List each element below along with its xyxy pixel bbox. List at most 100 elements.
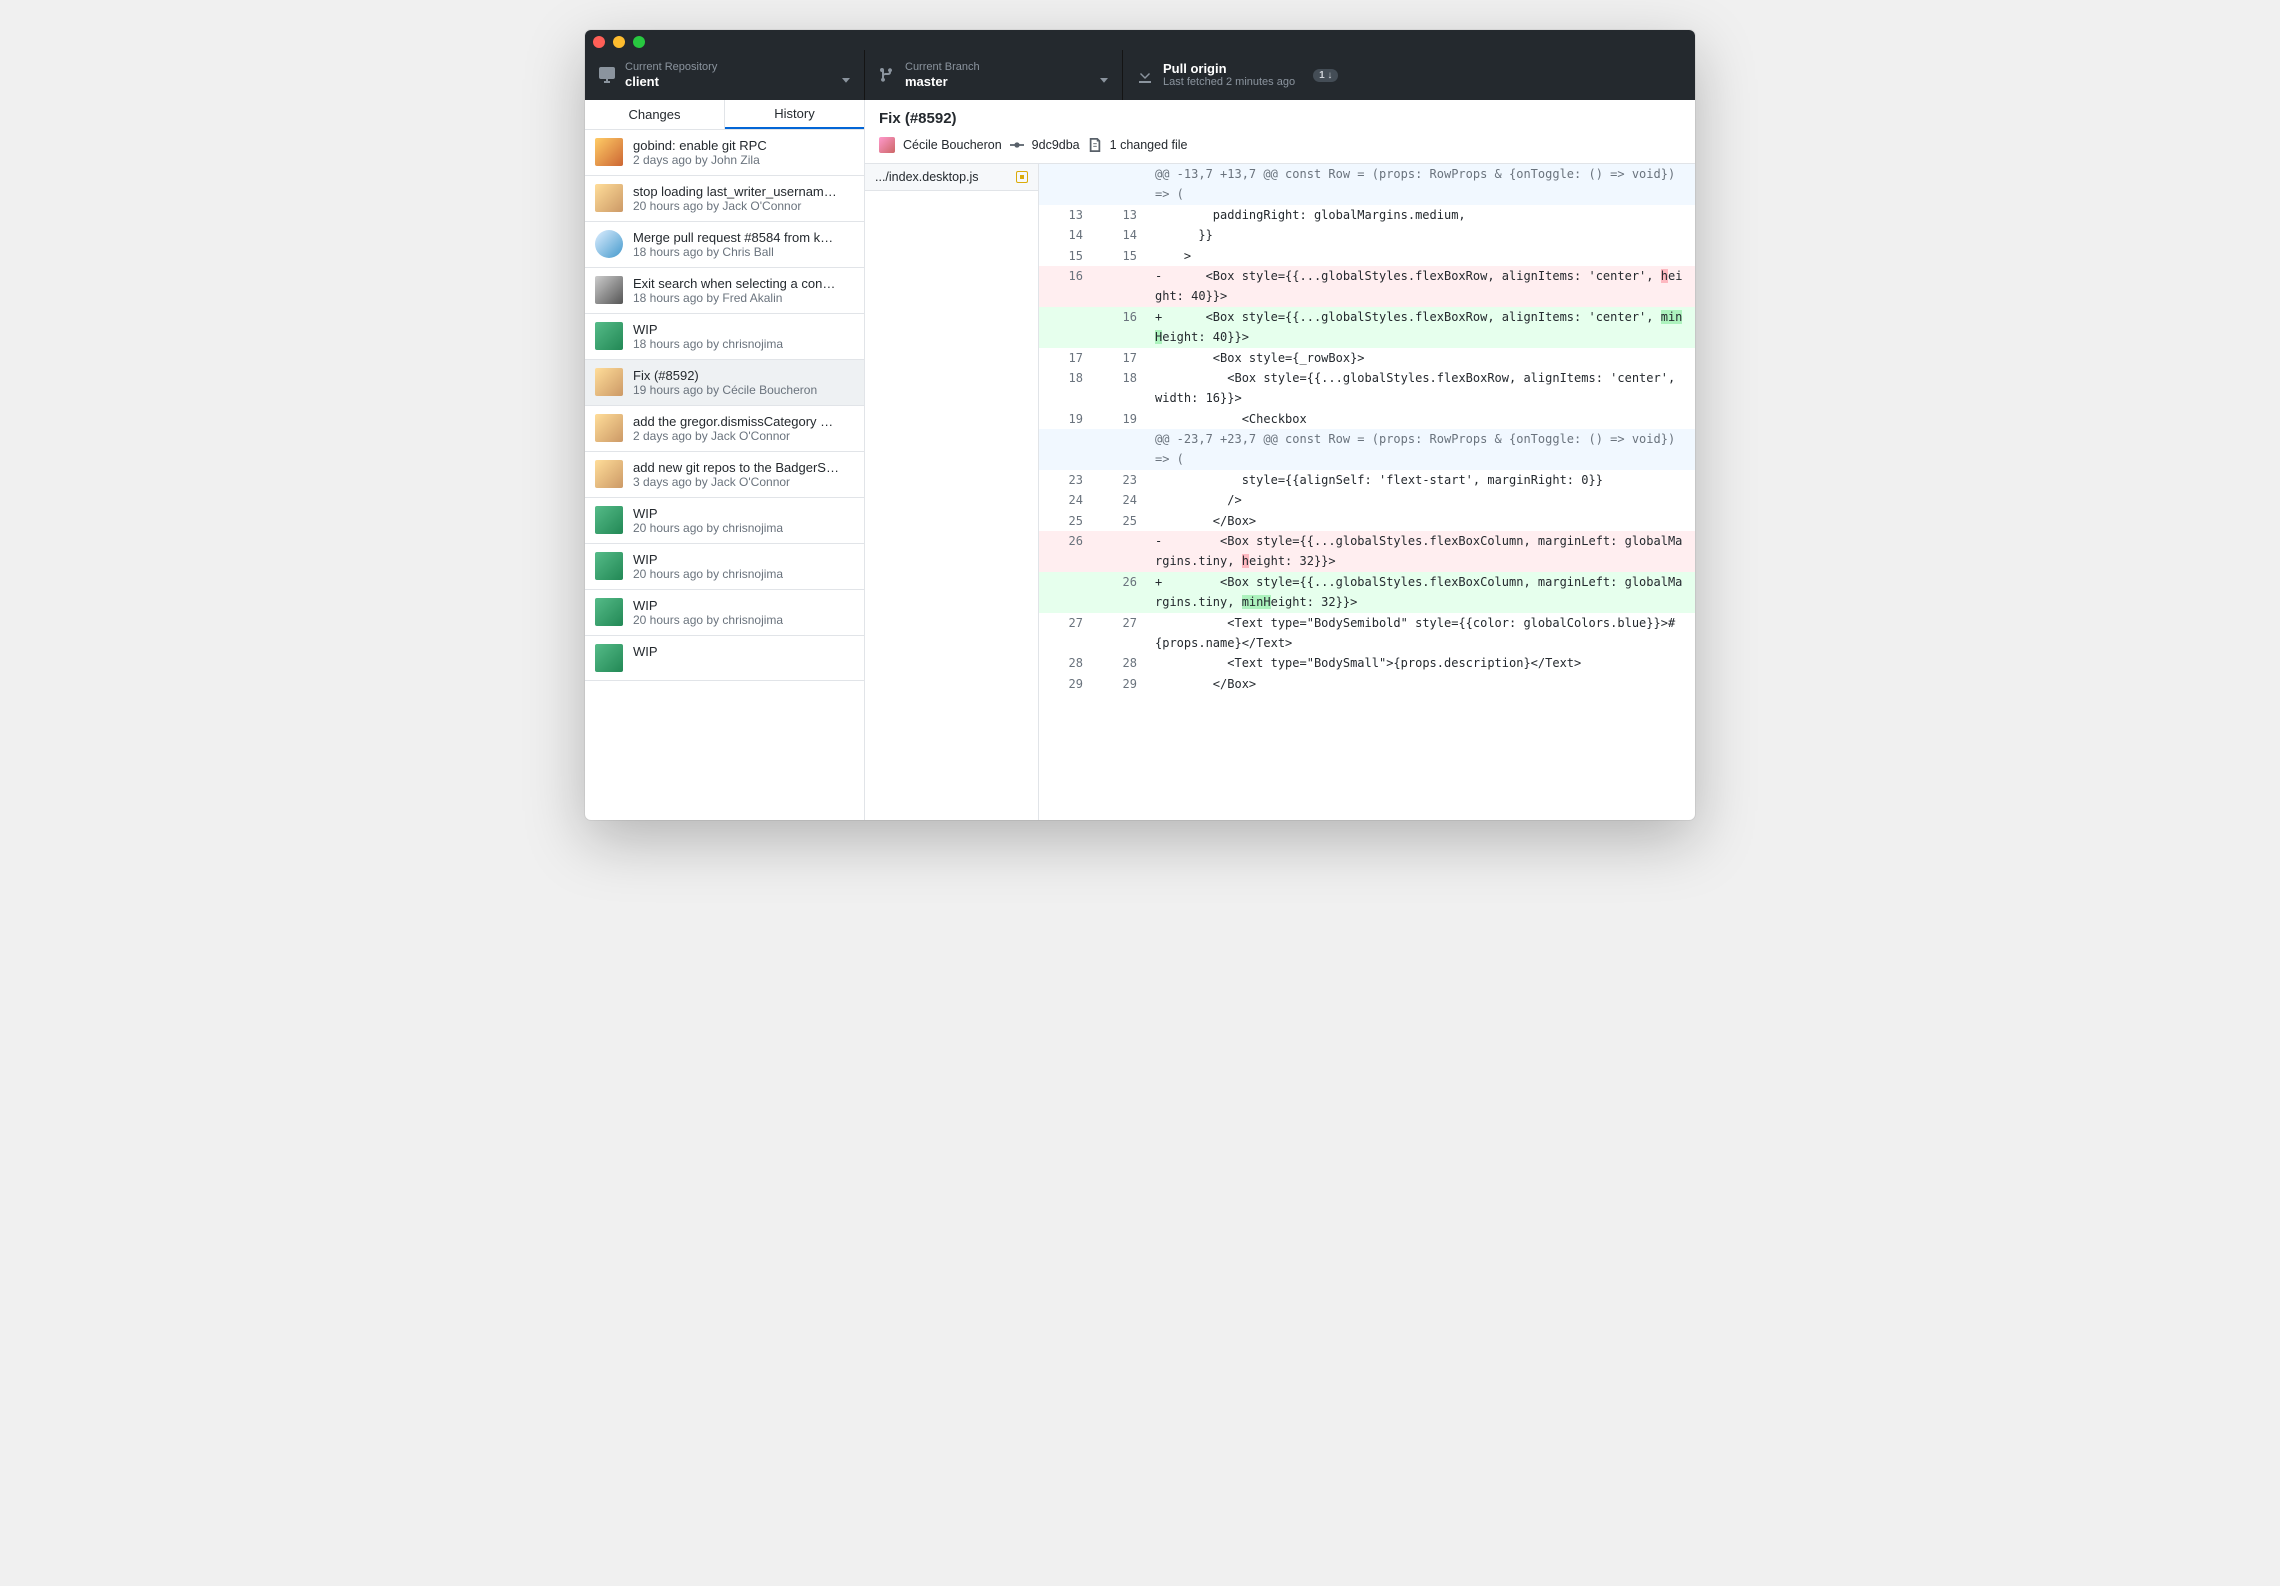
commit-list[interactable]: gobind: enable git RPC2 days ago by John… bbox=[585, 130, 864, 820]
new-line-number: 18 bbox=[1093, 368, 1147, 409]
avatar bbox=[595, 138, 623, 166]
repo-selector[interactable]: Current Repository client bbox=[585, 50, 865, 100]
commit-item-meta: 18 hours ago by Fred Akalin bbox=[633, 291, 835, 305]
old-line-number: 24 bbox=[1039, 490, 1093, 510]
avatar bbox=[595, 368, 623, 396]
diff-code: paddingRight: globalMargins.medium, bbox=[1147, 205, 1695, 225]
tab-changes[interactable]: Changes bbox=[585, 100, 725, 129]
main: Fix (#8592) Cécile Boucheron 9dc9dba 1 c… bbox=[865, 100, 1695, 820]
old-line-number: 19 bbox=[1039, 409, 1093, 429]
commit-item[interactable]: WIP18 hours ago by chrisnojima bbox=[585, 314, 864, 360]
new-line-number: 29 bbox=[1093, 674, 1147, 694]
tab-history[interactable]: History bbox=[725, 100, 864, 129]
pull-origin-button[interactable]: Pull origin Last fetched 2 minutes ago 1… bbox=[1123, 50, 1695, 100]
commit-item-meta: 20 hours ago by Jack O'Connor bbox=[633, 199, 837, 213]
branch-label: Current Branch bbox=[905, 61, 980, 74]
diff-line: 2828 <Text type="BodySmall">{props.descr… bbox=[1039, 653, 1695, 673]
commit-item-meta: 3 days ago by Jack O'Connor bbox=[633, 475, 839, 489]
diff-code: @@ -13,7 +13,7 @@ const Row = (props: Ro… bbox=[1147, 164, 1695, 205]
new-line-number: 23 bbox=[1093, 470, 1147, 490]
avatar bbox=[595, 276, 623, 304]
old-line-number: 15 bbox=[1039, 246, 1093, 266]
old-line-number: 18 bbox=[1039, 368, 1093, 409]
commit-item-title: WIP bbox=[633, 322, 783, 337]
commit-item-meta: 19 hours ago by Cécile Boucheron bbox=[633, 383, 817, 397]
window-maximize-button[interactable] bbox=[633, 36, 645, 48]
diff-code: <Box style={{...globalStyles.flexBoxRow,… bbox=[1147, 368, 1695, 409]
commit-item[interactable]: add the gregor.dismissCategory …2 days a… bbox=[585, 406, 864, 452]
old-line-number: 25 bbox=[1039, 511, 1093, 531]
diff-code: + <Box style={{...globalStyles.flexBoxRo… bbox=[1147, 307, 1695, 348]
commit-item[interactable]: add new git repos to the BadgerS…3 days … bbox=[585, 452, 864, 498]
pull-count-badge: 1 ↓ bbox=[1313, 69, 1338, 82]
old-line-number: 23 bbox=[1039, 470, 1093, 490]
diff-line: @@ -23,7 +23,7 @@ const Row = (props: Ro… bbox=[1039, 429, 1695, 470]
branch-selector[interactable]: Current Branch master bbox=[865, 50, 1123, 100]
diff-code: > bbox=[1147, 246, 1695, 266]
new-line-number: 27 bbox=[1093, 613, 1147, 654]
commit-item-title: add new git repos to the BadgerS… bbox=[633, 460, 839, 475]
author-avatar bbox=[879, 137, 895, 153]
commit-item-title: WIP bbox=[633, 598, 783, 613]
commit-item-meta: 20 hours ago by chrisnojima bbox=[633, 613, 783, 627]
commit-subheader: Cécile Boucheron 9dc9dba 1 changed file bbox=[865, 133, 1695, 164]
commit-item[interactable]: Fix (#8592)19 hours ago by Cécile Bouche… bbox=[585, 360, 864, 406]
content-row: .../index.desktop.js @@ -13,7 +13,7 @@ c… bbox=[865, 164, 1695, 820]
new-line-number: 14 bbox=[1093, 225, 1147, 245]
commit-item-title: WIP bbox=[633, 552, 783, 567]
commit-item[interactable]: Exit search when selecting a con…18 hour… bbox=[585, 268, 864, 314]
window-close-button[interactable] bbox=[593, 36, 605, 48]
diff-code: style={{alignSelf: 'flext-start', margin… bbox=[1147, 470, 1695, 490]
titlebar bbox=[585, 30, 1695, 50]
commit-item[interactable]: gobind: enable git RPC2 days ago by John… bbox=[585, 130, 864, 176]
new-line-number bbox=[1093, 164, 1147, 205]
diff-code: - <Box style={{...globalStyles.flexBoxCo… bbox=[1147, 531, 1695, 572]
chevron-down-icon bbox=[1100, 71, 1108, 79]
toolbar: Current Repository client Current Branch… bbox=[585, 50, 1695, 100]
tabs: Changes History bbox=[585, 100, 864, 130]
old-line-number bbox=[1039, 164, 1093, 205]
window-minimize-button[interactable] bbox=[613, 36, 625, 48]
diff-line: 26 - <Box style={{...globalStyles.flexBox… bbox=[1039, 531, 1695, 572]
commit-author: Cécile Boucheron bbox=[903, 138, 1002, 152]
diff-code: <Text type="BodySmall">{props.descriptio… bbox=[1147, 653, 1695, 673]
commit-item[interactable]: WIP bbox=[585, 636, 864, 681]
commit-item-meta: 18 hours ago by chrisnojima bbox=[633, 337, 783, 351]
fetch-status: Last fetched 2 minutes ago bbox=[1163, 76, 1295, 89]
diff-line: 1515 > bbox=[1039, 246, 1695, 266]
old-line-number: 27 bbox=[1039, 613, 1093, 654]
commit-item[interactable]: WIP20 hours ago by chrisnojima bbox=[585, 590, 864, 636]
diff-code: + <Box style={{...globalStyles.flexBoxCo… bbox=[1147, 572, 1695, 613]
commit-item-title: WIP bbox=[633, 506, 783, 521]
commit-item[interactable]: stop loading last_writer_usernam…20 hour… bbox=[585, 176, 864, 222]
new-line-number: 26 bbox=[1093, 572, 1147, 613]
diff-line: @@ -13,7 +13,7 @@ const Row = (props: Ro… bbox=[1039, 164, 1695, 205]
commit-item[interactable]: WIP20 hours ago by chrisnojima bbox=[585, 498, 864, 544]
old-line-number: 26 bbox=[1039, 531, 1093, 572]
app-window: Current Repository client Current Branch… bbox=[585, 30, 1695, 820]
commit-item-title: Merge pull request #8584 from k… bbox=[633, 230, 833, 245]
new-line-number: 28 bbox=[1093, 653, 1147, 673]
commit-item-meta: 18 hours ago by Chris Ball bbox=[633, 245, 833, 259]
body: Changes History gobind: enable git RPC2 … bbox=[585, 100, 1695, 820]
branch-value: master bbox=[905, 74, 980, 90]
diff-line: 2323 style={{alignSelf: 'flext-start', m… bbox=[1039, 470, 1695, 490]
avatar bbox=[595, 552, 623, 580]
desktop-icon bbox=[599, 67, 615, 83]
file-modified-badge bbox=[1016, 171, 1028, 183]
new-line-number: 15 bbox=[1093, 246, 1147, 266]
file-name: .../index.desktop.js bbox=[875, 170, 979, 184]
commit-sha[interactable]: 9dc9dba bbox=[1032, 138, 1080, 152]
commit-item[interactable]: Merge pull request #8584 from k…18 hours… bbox=[585, 222, 864, 268]
diff-view[interactable]: @@ -13,7 +13,7 @@ const Row = (props: Ro… bbox=[1039, 164, 1695, 820]
file-item[interactable]: .../index.desktop.js bbox=[865, 164, 1038, 191]
commit-item[interactable]: WIP20 hours ago by chrisnojima bbox=[585, 544, 864, 590]
diff-line: 2929 </Box> bbox=[1039, 674, 1695, 694]
git-branch-icon bbox=[879, 67, 895, 83]
commit-title: Fix (#8592) bbox=[879, 110, 1681, 127]
new-line-number: 24 bbox=[1093, 490, 1147, 510]
diff-code: @@ -23,7 +23,7 @@ const Row = (props: Ro… bbox=[1147, 429, 1695, 470]
diff-line: 1313 paddingRight: globalMargins.medium, bbox=[1039, 205, 1695, 225]
diff-line: 1919 <Checkbox bbox=[1039, 409, 1695, 429]
files-changed-label: 1 changed file bbox=[1110, 138, 1188, 152]
